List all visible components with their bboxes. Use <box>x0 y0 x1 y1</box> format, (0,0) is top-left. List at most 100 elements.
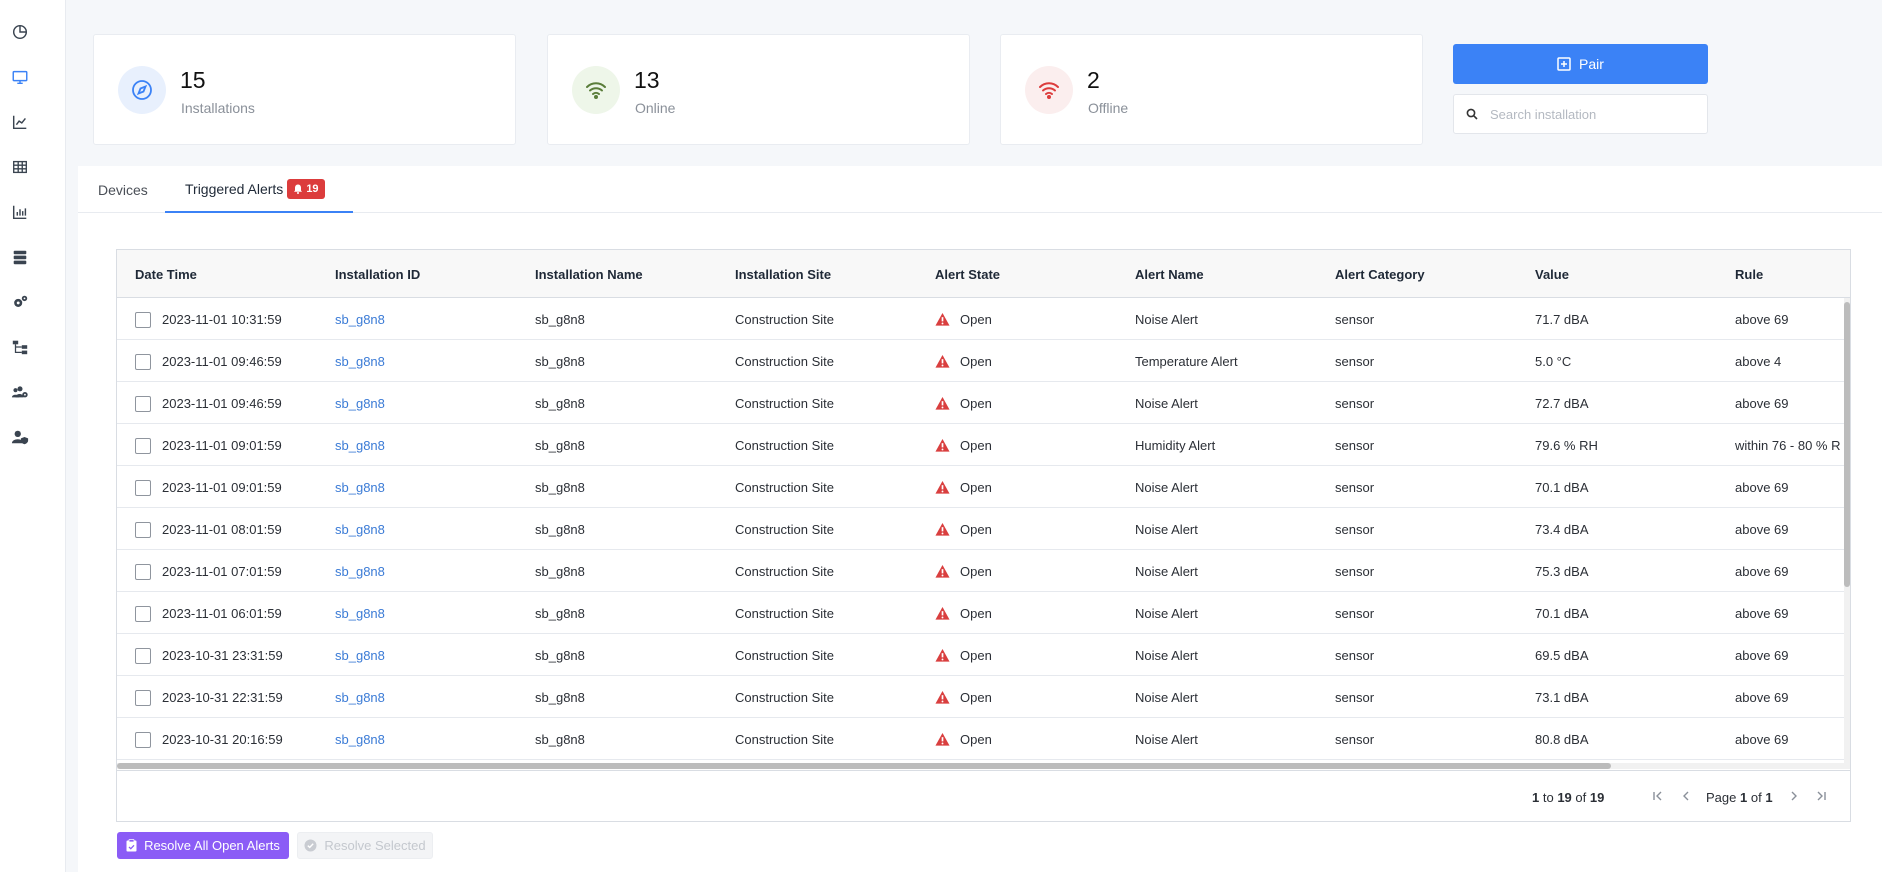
cell-date-time: 2023-11-01 09:01:59 <box>162 479 282 495</box>
installations-label: Installations <box>181 100 255 116</box>
cell-installation-id[interactable]: sb_g8n8 <box>335 592 385 634</box>
last-page-icon[interactable] <box>1814 789 1828 803</box>
cell-installation-id[interactable]: sb_g8n8 <box>335 340 385 382</box>
table-row[interactable]: 2023-10-31 23:31:59 sb_g8n8 sb_g8n8 Constru… <box>117 634 1850 676</box>
table-row[interactable]: 2023-11-01 09:46:59 sb_g8n8 sb_g8n8 Constru… <box>117 340 1850 382</box>
user-shield-icon[interactable] <box>8 425 32 449</box>
vertical-scroll-thumb[interactable] <box>1844 302 1850 587</box>
table-row[interactable]: 2023-11-01 10:31:59 sb_g8n8 sb_g8n8 Constru… <box>117 298 1850 340</box>
warning-triangle-icon <box>935 648 950 662</box>
pie-chart-icon[interactable] <box>8 20 32 44</box>
cell-rule: above 69 <box>1735 731 1789 747</box>
cell-value: 80.8 dBA <box>1535 731 1589 747</box>
cell-installation-id[interactable]: sb_g8n8 <box>335 466 385 508</box>
alerts-count-badge: 19 <box>287 178 325 199</box>
tab-devices[interactable]: Devices <box>98 166 148 213</box>
table-row[interactable]: 2023-10-31 22:31:59 sb_g8n8 sb_g8n8 Constru… <box>117 676 1850 718</box>
bar-chart-icon[interactable] <box>8 200 32 224</box>
cell-installation-id[interactable]: sb_g8n8 <box>335 382 385 424</box>
cell-installation-id[interactable]: sb_g8n8 <box>335 634 385 676</box>
row-checkbox[interactable] <box>135 690 151 706</box>
search-box[interactable] <box>1453 94 1708 134</box>
table-row[interactable]: 2023-11-01 09:01:59 sb_g8n8 sb_g8n8 Constru… <box>117 466 1850 508</box>
row-checkbox[interactable] <box>135 438 151 454</box>
row-checkbox[interactable] <box>135 648 151 664</box>
alerts-grid: Date Time Installation ID Installation N… <box>116 249 1851 822</box>
cell-installation-site: Construction Site <box>735 311 834 327</box>
row-checkbox[interactable] <box>135 606 151 622</box>
first-page-icon[interactable] <box>1651 789 1665 803</box>
server-icon[interactable] <box>8 245 32 269</box>
cell-installation-id[interactable]: sb_g8n8 <box>335 718 385 760</box>
resolve-all-button[interactable]: Resolve All Open Alerts <box>117 832 289 859</box>
plus-square-icon <box>1557 57 1571 71</box>
table-row[interactable]: 2023-11-01 07:01:59 sb_g8n8 sb_g8n8 Constru… <box>117 550 1850 592</box>
col-value[interactable]: Value <box>1535 250 1569 298</box>
col-installation-name[interactable]: Installation Name <box>535 250 643 298</box>
cell-date-time: 2023-11-01 06:01:59 <box>162 605 282 621</box>
monitor-icon[interactable] <box>8 65 32 89</box>
cell-rule: above 69 <box>1735 605 1789 621</box>
cell-installation-site: Construction Site <box>735 731 834 747</box>
cell-date-time: 2023-11-01 07:01:59 <box>162 563 282 579</box>
cell-alert-category: sensor <box>1335 605 1375 621</box>
col-alert-category[interactable]: Alert Category <box>1335 250 1425 298</box>
table-icon[interactable] <box>8 155 32 179</box>
cell-installation-id[interactable]: sb_g8n8 <box>335 550 385 592</box>
cell-date-time: 2023-11-01 08:01:59 <box>162 521 282 537</box>
resolve-selected-button[interactable]: Resolve Selected <box>297 832 433 859</box>
cell-date-time: 2023-11-01 09:46:59 <box>162 353 282 369</box>
tab-bar: Devices Triggered Alerts 19 <box>78 166 1882 213</box>
warning-triangle-icon <box>935 522 950 536</box>
row-checkbox[interactable] <box>135 354 151 370</box>
tab-triggered-alerts[interactable]: Triggered Alerts 19 <box>165 166 353 213</box>
cell-installation-id[interactable]: sb_g8n8 <box>335 508 385 550</box>
wifi-icon <box>1039 82 1059 99</box>
row-checkbox[interactable] <box>135 732 151 748</box>
gears-icon[interactable] <box>8 290 32 314</box>
col-rule[interactable]: Rule <box>1735 250 1763 298</box>
sitemap-icon[interactable] <box>8 335 32 359</box>
row-checkbox[interactable] <box>135 480 151 496</box>
col-installation-id[interactable]: Installation ID <box>335 250 420 298</box>
table-row[interactable]: 2023-11-01 06:01:59 sb_g8n8 sb_g8n8 Constru… <box>117 592 1850 634</box>
line-chart-icon[interactable] <box>8 110 32 134</box>
cell-installation-id[interactable]: sb_g8n8 <box>335 676 385 718</box>
row-checkbox[interactable] <box>135 564 151 580</box>
prev-page-icon[interactable] <box>1679 789 1693 803</box>
col-alert-state[interactable]: Alert State <box>935 250 1000 298</box>
clipboard-check-icon <box>126 839 137 852</box>
table-row[interactable]: 2023-10-31 20:16:59 sb_g8n8 sb_g8n8 Constru… <box>117 718 1850 760</box>
row-checkbox[interactable] <box>135 312 151 328</box>
cell-installation-site: Construction Site <box>735 479 834 495</box>
col-installation-site[interactable]: Installation Site <box>735 250 831 298</box>
row-checkbox[interactable] <box>135 522 151 538</box>
check-circle-icon <box>304 839 317 852</box>
warning-triangle-icon <box>935 312 950 326</box>
horizontal-scroll-thumb[interactable] <box>117 763 1611 769</box>
cell-rule: above 69 <box>1735 311 1789 327</box>
cell-alert-name: Noise Alert <box>1135 731 1198 747</box>
online-card: 13 Online <box>547 34 970 145</box>
cell-alert-name: Noise Alert <box>1135 647 1198 663</box>
cell-alert-name: Noise Alert <box>1135 521 1198 537</box>
cell-alert-name: Noise Alert <box>1135 605 1198 621</box>
search-input[interactable] <box>1490 106 1690 122</box>
cell-installation-id[interactable]: sb_g8n8 <box>335 424 385 466</box>
next-page-icon[interactable] <box>1787 789 1801 803</box>
users-cog-icon[interactable] <box>8 380 32 404</box>
cell-alert-state: Open <box>935 550 992 592</box>
online-badge <box>572 66 620 114</box>
wifi-icon <box>586 82 606 99</box>
col-date-time[interactable]: Date Time <box>135 250 197 298</box>
warning-triangle-icon <box>935 564 950 578</box>
grid-body: 2023-11-01 10:31:59 sb_g8n8 sb_g8n8 Constru… <box>117 298 1850 763</box>
cell-installation-id[interactable]: sb_g8n8 <box>335 298 385 340</box>
table-row[interactable]: 2023-11-01 09:46:59 sb_g8n8 sb_g8n8 Constru… <box>117 382 1850 424</box>
pair-button[interactable]: Pair <box>1453 44 1708 84</box>
warning-triangle-icon <box>935 354 950 368</box>
col-alert-name[interactable]: Alert Name <box>1135 250 1204 298</box>
table-row[interactable]: 2023-11-01 08:01:59 sb_g8n8 sb_g8n8 Constru… <box>117 508 1850 550</box>
row-checkbox[interactable] <box>135 396 151 412</box>
table-row[interactable]: 2023-11-01 09:01:59 sb_g8n8 sb_g8n8 Constru… <box>117 424 1850 466</box>
